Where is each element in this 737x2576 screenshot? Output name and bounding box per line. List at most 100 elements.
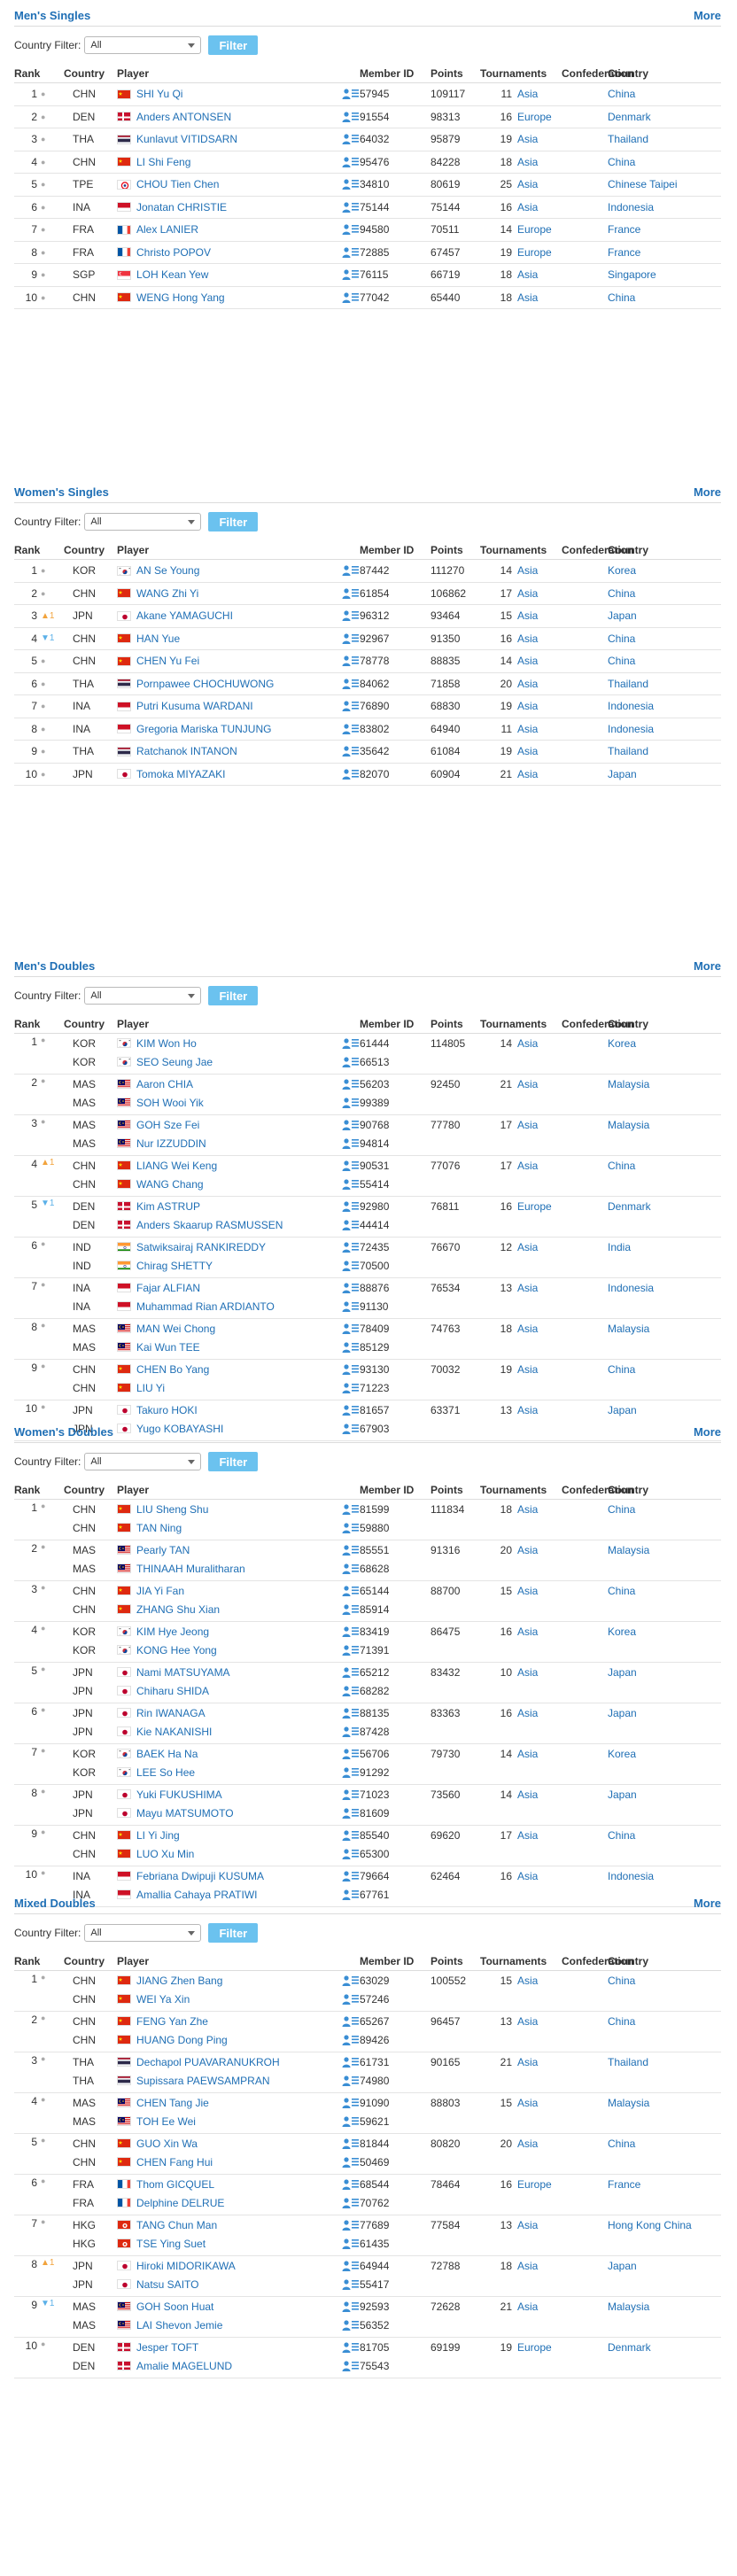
country-link[interactable]: Malaysia [608, 1115, 721, 1155]
player-profile-icon[interactable] [342, 1178, 360, 1191]
filter-button[interactable]: Filter [208, 512, 259, 531]
confederation-link[interactable]: Europe [517, 1197, 608, 1237]
column-header-member-id[interactable]: Member ID [360, 67, 431, 80]
confederation-link[interactable]: Asia [517, 151, 608, 174]
column-header-member-id[interactable]: Member ID [360, 1484, 431, 1496]
player-profile-icon[interactable] [342, 1707, 360, 1719]
player-name-link[interactable]: WANG Chang [136, 1178, 338, 1191]
player-profile-icon[interactable] [342, 1503, 360, 1516]
confederation-link[interactable]: Asia [517, 2297, 608, 2337]
column-header-confederation[interactable]: Confederation [562, 544, 633, 556]
player-profile-icon[interactable] [342, 88, 360, 100]
player-name-link[interactable]: Putri Kusuma WARDANI [136, 700, 338, 712]
column-header-country[interactable]: Country [608, 1484, 721, 1496]
player-name-link[interactable]: Nami MATSUYAMA [136, 1666, 338, 1679]
player-name-link[interactable]: Jesper TOFT [136, 2341, 338, 2354]
country-link[interactable]: China [608, 1360, 721, 1400]
column-header-player[interactable]: Player [117, 1018, 360, 1030]
country-link[interactable]: China [608, 1581, 721, 1621]
player-name-link[interactable]: Satwiksairaj RANKIREDDY [136, 1241, 338, 1253]
player-profile-icon[interactable] [342, 2138, 360, 2150]
player-profile-icon[interactable] [342, 678, 360, 690]
player-name-link[interactable]: Dechapol PUAVARANUKROH [136, 2056, 338, 2068]
column-header-rank[interactable]: Rank [14, 1484, 64, 1496]
player-profile-icon[interactable] [342, 1522, 360, 1534]
country-link[interactable]: Thailand [608, 673, 721, 695]
player-profile-icon[interactable] [342, 223, 360, 236]
player-profile-icon[interactable] [342, 1260, 360, 1272]
confederation-link[interactable]: Asia [517, 83, 608, 105]
player-name-link[interactable]: TOH Ee Wei [136, 2115, 338, 2128]
country-link[interactable]: Japan [608, 605, 721, 627]
country-link[interactable]: Singapore [608, 264, 721, 286]
confederation-link[interactable]: Asia [517, 1971, 608, 2011]
player-name-link[interactable]: KIM Won Ho [136, 1037, 338, 1050]
country-link[interactable]: Thailand [608, 128, 721, 151]
player-profile-icon[interactable] [342, 2219, 360, 2231]
country-link[interactable]: Malaysia [608, 1319, 721, 1359]
player-name-link[interactable]: KONG Hee Yong [136, 1644, 338, 1657]
column-header-member-id[interactable]: Member ID [360, 1018, 431, 1030]
player-name-link[interactable]: SEO Seung Jae [136, 1056, 338, 1068]
player-profile-icon[interactable] [342, 1382, 360, 1394]
player-name-link[interactable]: Alex LANIER [136, 223, 338, 236]
column-header-confederation[interactable]: Confederation [562, 1018, 633, 1030]
player-profile-icon[interactable] [342, 1137, 360, 1150]
player-name-link[interactable]: Rin IWANAGA [136, 1707, 338, 1719]
confederation-link[interactable]: Asia [517, 2134, 608, 2174]
player-profile-icon[interactable] [342, 1585, 360, 1597]
player-profile-icon[interactable] [342, 1544, 360, 1556]
player-name-link[interactable]: LIU Yi [136, 1382, 338, 1394]
confederation-link[interactable]: Asia [517, 2093, 608, 2133]
player-profile-icon[interactable] [342, 1726, 360, 1738]
player-profile-icon[interactable] [342, 1097, 360, 1109]
player-name-link[interactable]: Anders ANTONSEN [136, 111, 338, 123]
player-profile-icon[interactable] [342, 700, 360, 712]
player-profile-icon[interactable] [342, 1748, 360, 1760]
confederation-link[interactable]: Asia [517, 1500, 608, 1540]
confederation-link[interactable]: Asia [517, 128, 608, 151]
player-profile-icon[interactable] [342, 1807, 360, 1819]
filter-button[interactable]: Filter [208, 1452, 259, 1471]
player-profile-icon[interactable] [342, 133, 360, 145]
player-name-link[interactable]: Aaron CHIA [136, 1078, 338, 1090]
player-name-link[interactable]: HAN Yue [136, 632, 338, 645]
player-name-link[interactable]: Christo POPOV [136, 246, 338, 259]
country-link[interactable]: Indonesia [608, 695, 721, 718]
country-link[interactable]: Denmark [608, 106, 721, 128]
player-profile-icon[interactable] [342, 2178, 360, 2191]
player-name-link[interactable]: Hiroki MIDORIKAWA [136, 2260, 338, 2272]
player-profile-icon[interactable] [342, 1241, 360, 1253]
player-name-link[interactable]: BAEK Ha Na [136, 1748, 338, 1760]
country-link[interactable]: Malaysia [608, 2297, 721, 2337]
player-name-link[interactable]: Muhammad Rian ARDIANTO [136, 1300, 338, 1313]
country-link[interactable]: Malaysia [608, 2093, 721, 2133]
confederation-link[interactable]: Asia [517, 1156, 608, 1196]
player-profile-icon[interactable] [342, 1404, 360, 1416]
confederation-link[interactable]: Asia [517, 264, 608, 286]
country-link[interactable]: Korea [608, 1744, 721, 1784]
country-link[interactable]: Korea [608, 1622, 721, 1662]
player-profile-icon[interactable] [342, 2097, 360, 2109]
player-profile-icon[interactable] [342, 1363, 360, 1376]
player-profile-icon[interactable] [342, 1666, 360, 1679]
player-profile-icon[interactable] [342, 1282, 360, 1294]
player-name-link[interactable]: TSE Ying Suet [136, 2238, 338, 2250]
player-profile-icon[interactable] [342, 2197, 360, 2209]
player-profile-icon[interactable] [342, 2238, 360, 2250]
player-profile-icon[interactable] [342, 291, 360, 304]
player-name-link[interactable]: KIM Hye Jeong [136, 1626, 338, 1638]
country-link[interactable]: China [608, 83, 721, 105]
player-name-link[interactable]: LAI Shevon Jemie [136, 2319, 338, 2332]
player-name-link[interactable]: CHOU Tien Chen [136, 178, 338, 190]
player-profile-icon[interactable] [342, 1078, 360, 1090]
country-link[interactable]: Thailand [608, 2052, 721, 2092]
filter-button[interactable]: Filter [208, 35, 259, 55]
player-name-link[interactable]: THINAAH Muralitharan [136, 1563, 338, 1575]
more-link[interactable]: More [694, 959, 721, 973]
column-header-country[interactable]: Country [64, 67, 117, 80]
player-profile-icon[interactable] [342, 1160, 360, 1172]
confederation-link[interactable]: Asia [517, 1581, 608, 1621]
column-header-tournaments[interactable]: Tournaments [480, 1018, 562, 1030]
player-profile-icon[interactable] [342, 609, 360, 622]
